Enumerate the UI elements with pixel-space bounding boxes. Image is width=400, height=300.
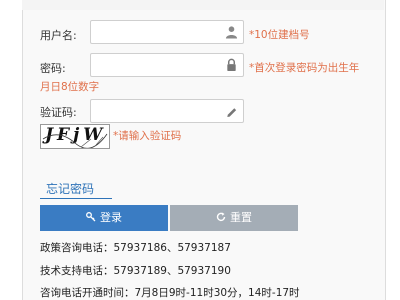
password-input[interactable] xyxy=(91,54,229,77)
reset-button[interactable]: 重置 xyxy=(170,205,298,231)
login-button-label: 登录 xyxy=(100,211,122,224)
hotline-hours: 咨询电话开通时间：7月8日9时-11时30分，14时-17时 xyxy=(40,287,300,299)
captcha-input[interactable] xyxy=(91,100,229,123)
login-panel xyxy=(22,0,386,300)
panel-header-strip xyxy=(22,0,384,10)
captcha-hint: *请输入验证码 xyxy=(113,130,182,142)
login-button[interactable]: 登录 xyxy=(40,205,168,231)
pencil-icon xyxy=(227,108,237,118)
captcha-noise xyxy=(42,133,108,148)
tech-phone: 技术支持电话：57937189、57937190 xyxy=(40,265,231,277)
username-input[interactable] xyxy=(91,21,229,44)
policy-phone: 政策咨询电话：57937186、57937187 xyxy=(40,242,231,254)
password-label: 密码: xyxy=(40,62,66,75)
username-field[interactable] xyxy=(90,20,244,44)
password-hint-line1: *首次登录密码为出生年 xyxy=(249,62,360,74)
username-label: 用户名: xyxy=(40,29,77,42)
password-field[interactable] xyxy=(90,53,244,77)
forgot-password-link[interactable]: 忘记密码 xyxy=(40,180,112,199)
user-icon xyxy=(225,26,238,39)
captcha-field[interactable] xyxy=(90,99,244,123)
username-hint: *10位建档号 xyxy=(249,29,310,41)
reset-button-label: 重置 xyxy=(230,211,252,224)
password-hint-line2: 月日8位数字 xyxy=(40,81,100,93)
key-icon xyxy=(86,212,96,222)
captcha-label: 验证码: xyxy=(40,106,77,119)
lock-icon xyxy=(227,58,236,72)
refresh-icon xyxy=(216,212,226,221)
captcha-image[interactable]: JFjW xyxy=(40,124,110,149)
